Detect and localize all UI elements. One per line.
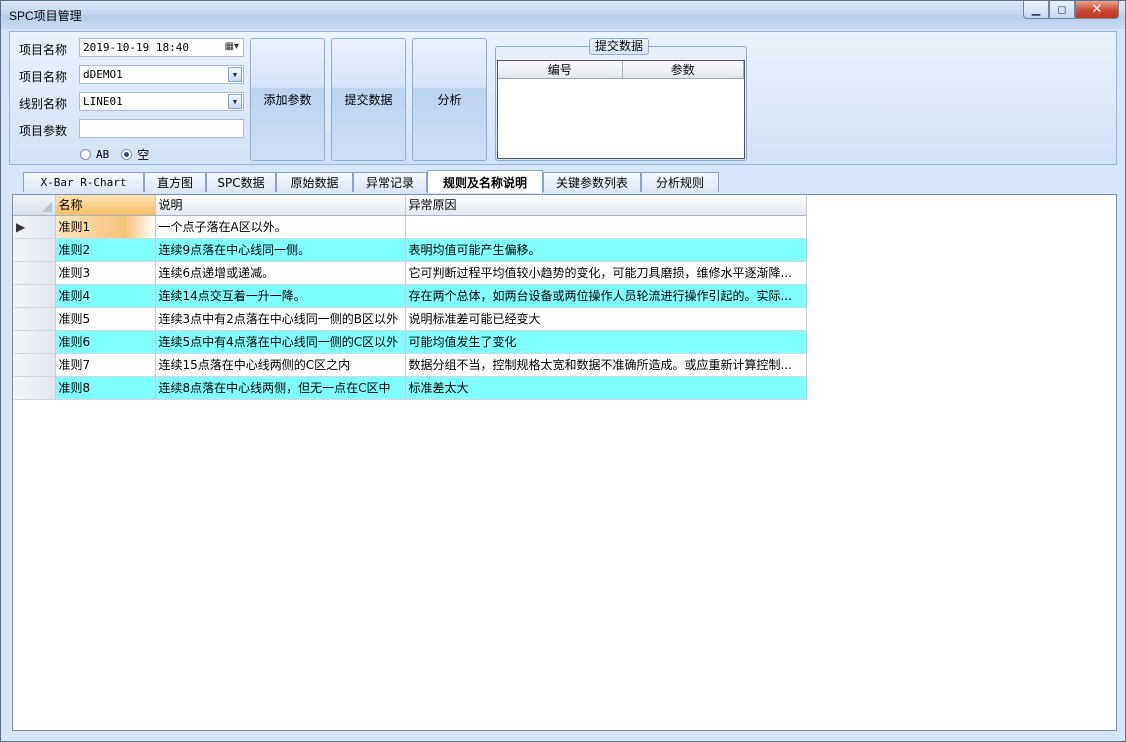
rule-name-cell[interactable]: 准则1: [55, 215, 156, 239]
row-header[interactable]: [13, 330, 56, 354]
table-row[interactable]: ▶ 准则1 一个点子落在A区以外。: [13, 215, 807, 239]
rule-description-cell[interactable]: 一个点子落在A区以外。: [155, 215, 406, 239]
line-name-combo[interactable]: LINE01 ▼: [79, 92, 244, 111]
submit-grid-header: 编号 参数: [498, 61, 744, 79]
main-window: SPC项目管理 ▁ ◻ ✕ 项目名称 2019-10-19 18:40 ▦▾ 项…: [0, 0, 1126, 742]
rule-name-cell[interactable]: 准则6: [55, 330, 156, 354]
rule-name-cell[interactable]: 准则8: [55, 376, 156, 400]
radio-empty-label[interactable]: 空: [137, 146, 149, 163]
column-header-reason[interactable]: 异常原因: [405, 195, 807, 216]
radio-ab[interactable]: [80, 149, 91, 160]
row-header[interactable]: [13, 307, 56, 331]
rule-description-cell[interactable]: 连续14点交互着一升一降。: [155, 284, 406, 308]
row-header[interactable]: [13, 284, 56, 308]
grid-header-row: 名称 说明 异常原因: [13, 195, 807, 216]
rule-reason-cell[interactable]: 标准差太大: [405, 376, 807, 400]
close-icon: ✕: [1091, 2, 1103, 17]
add-param-button[interactable]: 添加参数: [250, 38, 325, 161]
row-header[interactable]: [13, 376, 56, 400]
minimize-button[interactable]: ▁: [1023, 1, 1049, 19]
project-param-input[interactable]: [79, 119, 244, 138]
table-row[interactable]: 准则8 连续8点落在中心线两侧，但无一点在C区中 标准差太大: [13, 376, 807, 400]
current-row-indicator-icon[interactable]: ▶: [13, 215, 56, 239]
rule-name-cell[interactable]: 准则7: [55, 353, 156, 377]
row-header[interactable]: [13, 238, 56, 262]
rule-name-cell[interactable]: 准则5: [55, 307, 156, 331]
close-button[interactable]: ✕: [1075, 1, 1119, 19]
restore-icon: ◻: [1057, 3, 1067, 16]
column-header-param[interactable]: 参数: [623, 61, 744, 78]
project-name-value: dDEMO1: [83, 68, 123, 81]
chevron-down-icon[interactable]: ▼: [228, 94, 242, 109]
rule-description-cell[interactable]: 连续3点中有2点落在中心线同一侧的B区以外: [155, 307, 406, 331]
rule-name-cell[interactable]: 准则2: [55, 238, 156, 262]
rule-description-cell[interactable]: 连续5点中有4点落在中心线同一侧的C区以外: [155, 330, 406, 354]
tab-exception-log[interactable]: 异常记录: [353, 172, 427, 192]
tab-xbar-r-chart[interactable]: X-Bar R-Chart: [23, 172, 144, 192]
tab-analysis-rules[interactable]: 分析规则: [641, 172, 719, 192]
calendar-dropdown-icon[interactable]: ▦▾: [225, 41, 239, 52]
rule-reason-cell[interactable]: 可能均值发生了变化: [405, 330, 807, 354]
project-name-label: 项目名称: [19, 70, 68, 84]
project-date-picker[interactable]: 2019-10-19 18:40 ▦▾: [79, 38, 244, 57]
table-row[interactable]: 准则4 连续14点交互着一升一降。 存在两个总体，如两台设备或两位操作人员轮流进…: [13, 284, 807, 308]
column-header-description[interactable]: 说明: [155, 195, 406, 216]
rules-grid-panel: 名称 说明 异常原因 ▶ 准则1 一个点子落在A区以外。 准则2 连续9点落在中…: [12, 194, 1117, 731]
rule-reason-cell[interactable]: 它可判断过程平均值较小趋势的变化，可能刀具磨损，维修水平逐渐降...: [405, 261, 807, 285]
tab-rules-description[interactable]: 规则及名称说明: [427, 170, 543, 193]
submit-data-group-title: 提交数据: [589, 38, 650, 55]
column-header-id[interactable]: 编号: [498, 61, 623, 78]
top-panel: 项目名称 2019-10-19 18:40 ▦▾ 项目名称 dDEMO1 ▼ 线…: [9, 31, 1117, 165]
rule-name-cell[interactable]: 准则4: [55, 284, 156, 308]
line-name-label: 线别名称: [19, 97, 68, 111]
submit-data-grid[interactable]: 编号 参数: [497, 60, 745, 159]
submit-data-button[interactable]: 提交数据: [331, 38, 406, 161]
line-name-value: LINE01: [83, 95, 123, 108]
project-param-label: 项目参数: [19, 124, 68, 138]
project-date-value: 2019-10-19 18:40: [83, 41, 189, 54]
row-header[interactable]: [13, 261, 56, 285]
table-row[interactable]: 准则2 连续9点落在中心线同一侧。 表明均值可能产生偏移。: [13, 238, 807, 262]
rule-name-cell[interactable]: 准则3: [55, 261, 156, 285]
chevron-down-icon[interactable]: ▼: [228, 67, 242, 82]
radio-ab-label[interactable]: AB: [96, 148, 109, 161]
table-row[interactable]: 准则5 连续3点中有2点落在中心线同一侧的B区以外 说明标准差可能已经变大: [13, 307, 807, 331]
tab-raw-data[interactable]: 原始数据: [276, 172, 353, 192]
rule-reason-cell[interactable]: 数据分组不当，控制规格太宽和数据不准确所造成。或应重新计算控制...: [405, 353, 807, 377]
analyze-button[interactable]: 分析: [412, 38, 487, 161]
project-date-label: 项目名称: [19, 43, 68, 57]
tab-spc-data[interactable]: SPC数据: [206, 172, 276, 192]
title-bar[interactable]: SPC项目管理 ▁ ◻ ✕: [1, 1, 1125, 29]
rule-description-cell[interactable]: 连续6点递增或递减。: [155, 261, 406, 285]
rule-description-cell[interactable]: 连续9点落在中心线同一侧。: [155, 238, 406, 262]
project-name-combo[interactable]: dDEMO1 ▼: [79, 65, 244, 84]
table-row[interactable]: 准则7 连续15点落在中心线两侧的C区之内 数据分组不当，控制规格太宽和数据不准…: [13, 353, 807, 377]
mode-radio-group: AB 空: [80, 146, 161, 163]
tab-key-params[interactable]: 关键参数列表: [543, 172, 641, 192]
rule-reason-cell[interactable]: 存在两个总体，如两台设备或两位操作人员轮流进行操作引起的。实际...: [405, 284, 807, 308]
window-controls: ▁ ◻ ✕: [1023, 1, 1119, 19]
rule-description-cell[interactable]: 连续8点落在中心线两侧，但无一点在C区中: [155, 376, 406, 400]
radio-empty[interactable]: [121, 149, 133, 160]
row-header[interactable]: [13, 353, 56, 377]
column-header-name[interactable]: 名称: [55, 195, 156, 216]
table-row[interactable]: 准则3 连续6点递增或递减。 它可判断过程平均值较小趋势的变化，可能刀具磨损，维…: [13, 261, 807, 285]
rule-reason-cell[interactable]: [405, 215, 807, 239]
rules-grid[interactable]: 名称 说明 异常原因 ▶ 准则1 一个点子落在A区以外。 准则2 连续9点落在中…: [13, 195, 807, 400]
grid-corner[interactable]: [13, 195, 56, 216]
rule-description-cell[interactable]: 连续15点落在中心线两侧的C区之内: [155, 353, 406, 377]
minimize-icon: ▁: [1031, 3, 1041, 16]
window-title: SPC项目管理: [9, 9, 82, 23]
maximize-button[interactable]: ◻: [1049, 1, 1075, 19]
table-row[interactable]: 准则6 连续5点中有4点落在中心线同一侧的C区以外 可能均值发生了变化: [13, 330, 807, 354]
tab-histogram[interactable]: 直方图: [144, 172, 206, 192]
rule-reason-cell[interactable]: 表明均值可能产生偏移。: [405, 238, 807, 262]
tab-strip: X-Bar R-Chart 直方图 SPC数据 原始数据 异常记录 规则及名称说…: [13, 170, 1117, 193]
submit-data-group: 提交数据 编号 参数: [495, 38, 747, 161]
rule-reason-cell[interactable]: 说明标准差可能已经变大: [405, 307, 807, 331]
